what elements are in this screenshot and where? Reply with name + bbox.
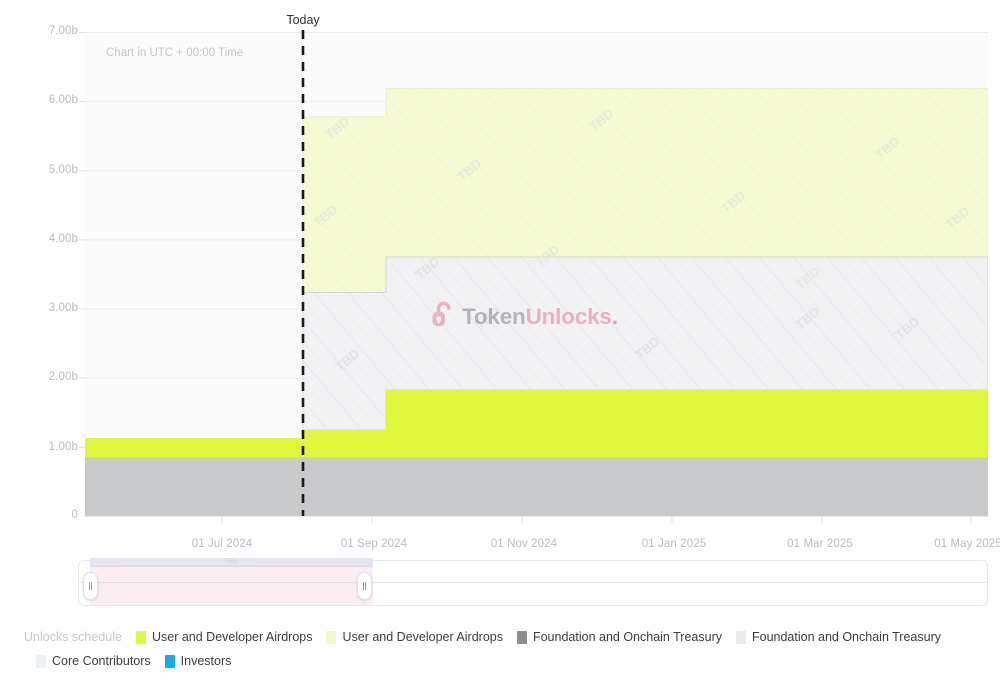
y-tick-label: 7.00b (48, 25, 78, 37)
chart-legend: Unlocks schedule User and Developer Aird… (0, 630, 1000, 668)
x-tick-label: 01 Jul 2024 (191, 538, 253, 550)
y-tick-label: 6.00b (48, 94, 78, 106)
legend-item-user-developer-airdrops-unlocked[interactable]: User and Developer Airdrops (135, 630, 313, 644)
legend-item-label: Foundation and Onchain Treasury (532, 630, 722, 644)
y-tick-marks (79, 32, 85, 448)
legend-row-primary: Unlocks schedule User and Developer Aird… (24, 630, 976, 644)
legend-item-label: User and Developer Airdrops (342, 630, 503, 644)
grip-line (362, 582, 364, 590)
legend-item-foundation-onchain-treasury-unlocked[interactable]: Foundation and Onchain Treasury (516, 630, 722, 644)
y-tick-label: 2.00b (48, 371, 78, 383)
legend-item-investors[interactable]: Investors (164, 654, 232, 668)
x-tick-label: 01 Sep 2024 (340, 538, 408, 550)
legend-swatch (326, 630, 337, 644)
range-selection-window[interactable] (90, 565, 373, 605)
series-foundation-unlocked[interactable] (85, 457, 988, 517)
legend-item-label: User and Developer Airdrops (151, 630, 313, 644)
legend-swatch (135, 630, 146, 644)
x-tick-label: 01 Jan 2025 (641, 538, 707, 550)
y-axis: 7.00b 6.00b 5.00b 4.00b 3.00b 2.00b 1.00… (22, 0, 78, 560)
token-unlocks-chart-page: TBD TBD TBD TBD TBD TBD TBD TBD TBD TBD … (0, 0, 1000, 693)
grip-line (365, 582, 367, 590)
today-marker-label: Today (286, 13, 320, 27)
legend-swatch (516, 630, 527, 644)
range-handle-left[interactable] (83, 572, 98, 600)
legend-item-user-developer-airdrops-tbd[interactable]: User and Developer Airdrops (326, 630, 503, 644)
unlocks-stacked-area-chart[interactable]: TBD TBD TBD TBD TBD TBD TBD TBD TBD TBD … (0, 0, 1000, 560)
x-tick-label: 01 Nov 2024 (490, 538, 558, 550)
legend-item-label: Investors (180, 654, 232, 668)
x-tick-label: 01 May 2025 (934, 538, 1000, 550)
x-tick-marks (221, 516, 972, 523)
y-tick-label: 0 (71, 509, 78, 521)
utc-timezone-note: Chart in UTC + 00:00 Time (106, 47, 244, 59)
legend-item-core-contributors[interactable]: Core Contributors (36, 654, 151, 668)
y-tick-label: 4.00b (48, 233, 78, 245)
legend-item-foundation-onchain-treasury-tbd[interactable]: Foundation and Onchain Treasury (735, 630, 941, 644)
y-tick-label: 3.00b (48, 302, 78, 314)
grip-line (91, 582, 93, 590)
chart-range-selector[interactable]: TBD (78, 556, 988, 610)
legend-swatch (735, 630, 746, 644)
legend-item-label: Core Contributors (52, 654, 151, 668)
y-tick-label: 1.00b (48, 441, 78, 453)
legend-swatch (164, 654, 175, 668)
legend-row-secondary: Core Contributors Investors (24, 654, 976, 668)
legend-item-label: Foundation and Onchain Treasury (751, 630, 941, 644)
y-tick-label: 5.00b (48, 164, 78, 176)
legend-title: Unlocks schedule (24, 630, 122, 644)
x-tick-label: 01 Mar 2025 (787, 538, 853, 550)
legend-swatch (36, 654, 46, 668)
grip-line (88, 582, 90, 590)
chart-plot-area[interactable]: TBD TBD TBD TBD TBD TBD TBD TBD TBD TBD … (0, 0, 1000, 560)
range-handle-right[interactable] (357, 572, 372, 600)
